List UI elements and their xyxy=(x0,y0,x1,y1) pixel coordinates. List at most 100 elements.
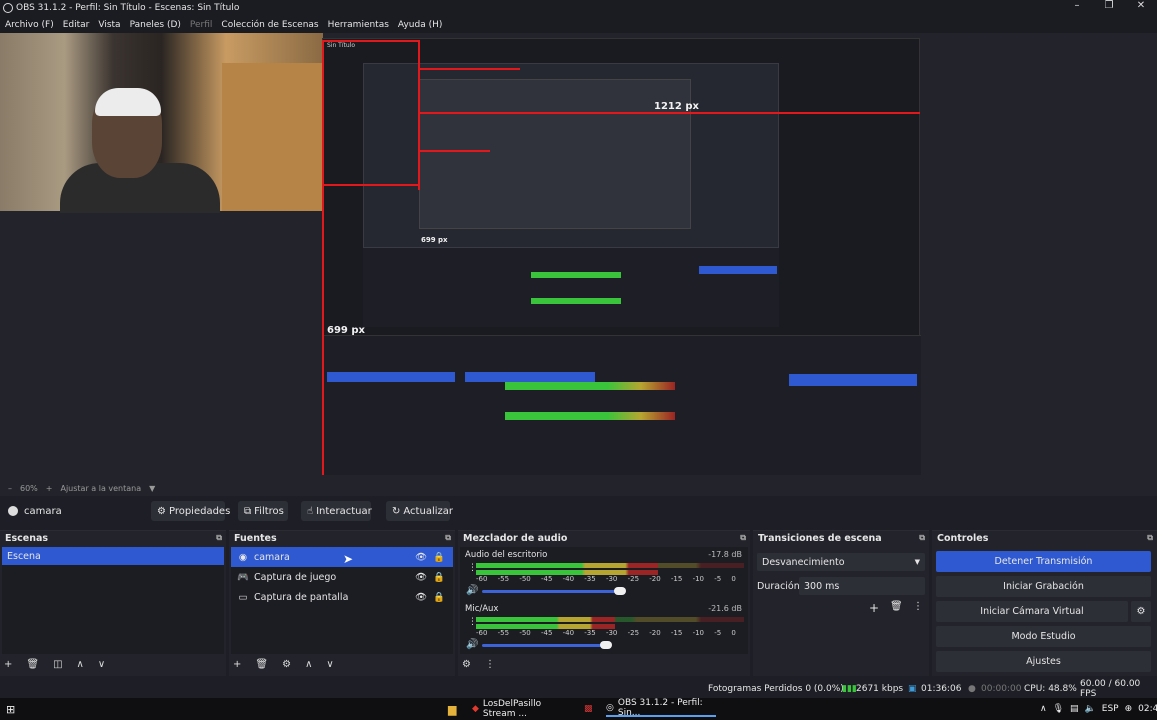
undock-icon[interactable]: ⧉ xyxy=(919,533,925,543)
sources-list: ◉ camara 👁 🔒 🎮 Captura de juego 👁 🔒 ▭ Ca… xyxy=(231,547,453,654)
duration-label: Duración xyxy=(757,581,800,592)
menu-perfil[interactable]: Perfil xyxy=(190,20,213,30)
sources-title: Fuentes xyxy=(234,532,277,544)
volume-icon[interactable]: 🔈 xyxy=(1085,704,1096,714)
volume-slider-knob[interactable] xyxy=(614,587,626,595)
menu-paneles[interactable]: Paneles (D) xyxy=(130,20,181,30)
studio-mode-button[interactable]: Modo Estudio xyxy=(936,626,1151,647)
settings-button[interactable]: Ajustes xyxy=(936,651,1151,672)
volume-slider[interactable] xyxy=(482,590,622,593)
language-indicator[interactable]: ESP xyxy=(1102,704,1119,714)
zoom-out-button[interactable]: – xyxy=(8,484,12,493)
mixer-menu-icon[interactable]: ⋮ xyxy=(485,659,495,670)
undock-icon[interactable]: ⧉ xyxy=(1147,533,1153,543)
undock-icon[interactable]: ⧉ xyxy=(740,533,746,543)
mixer-settings-icon[interactable]: ⚙ xyxy=(462,659,471,670)
zoom-in-button[interactable]: + xyxy=(46,484,53,493)
network-icon[interactable]: ▤ xyxy=(1070,704,1079,714)
visibility-eye-icon[interactable]: 👁 xyxy=(415,592,427,603)
lock-icon[interactable]: 🔒 xyxy=(433,592,445,603)
transitions-title: Transiciones de escena xyxy=(758,532,882,544)
menu-vista[interactable]: Vista xyxy=(98,20,120,30)
duration-input[interactable]: 300 ms xyxy=(799,577,925,595)
menu-coleccion-escenas[interactable]: Colección de Escenas xyxy=(221,20,318,30)
guide-line xyxy=(322,40,324,475)
minimize-button[interactable]: – xyxy=(1061,0,1093,16)
visibility-eye-icon[interactable]: 👁 xyxy=(415,552,427,563)
filters-button[interactable]: ⧉ Filtros xyxy=(238,501,288,521)
source-item[interactable]: 🎮 Captura de juego 👁 🔒 xyxy=(231,567,453,587)
mic-icon[interactable]: 🎙 xyxy=(1053,704,1064,714)
refresh-button[interactable]: ↻ Actualizar xyxy=(386,501,453,521)
fps: 60.00 / 60.00 FPS xyxy=(1080,679,1141,699)
move-up-icon[interactable]: ∧ xyxy=(305,659,312,670)
camera-feed xyxy=(0,33,323,213)
lock-icon[interactable]: 🔒 xyxy=(433,552,445,563)
transition-select[interactable]: Desvanecimiento ▼ xyxy=(757,553,925,571)
speaker-icon[interactable]: 🔊 xyxy=(466,585,478,596)
source-name: Captura de juego xyxy=(254,571,337,583)
volume-slider[interactable] xyxy=(482,644,610,647)
menu-archivo[interactable]: Archivo (F) xyxy=(5,20,54,30)
undock-icon[interactable]: ⧉ xyxy=(445,533,451,543)
zoom-dropdown-icon[interactable]: ▼ xyxy=(149,484,155,493)
meter-level-bar xyxy=(476,563,659,568)
menu-herramientas[interactable]: Herramientas xyxy=(328,20,389,30)
trash-icon[interactable]: 🗑 xyxy=(890,601,903,612)
start-record-button[interactable]: Iniciar Grabación xyxy=(936,576,1151,597)
taskbar-app-obs[interactable]: ◎ OBS 31.1.2 - Perfil: Sin... xyxy=(606,698,716,718)
trash-icon[interactable]: 🗑 xyxy=(26,659,39,670)
refresh-label: Actualizar xyxy=(403,505,453,517)
cpu-usage: CPU: 48.8% xyxy=(1024,684,1077,694)
dropped-frames: Fotogramas Perdidos 0 (0.0%) xyxy=(708,684,844,694)
source-item[interactable]: ◉ camara 👁 🔒 xyxy=(231,547,453,567)
restore-button[interactable]: ❐ xyxy=(1093,0,1125,16)
menu-editar[interactable]: Editar xyxy=(63,20,90,30)
transition-menu-icon[interactable]: ⋮ xyxy=(913,601,923,612)
nested-height-measure-label: 699 px xyxy=(421,236,448,244)
add-icon[interactable]: + xyxy=(869,601,879,615)
properties-button[interactable]: ⚙ Propiedades xyxy=(151,501,230,521)
move-down-icon[interactable]: ∨ xyxy=(326,659,333,670)
volume-slider-knob[interactable] xyxy=(600,641,612,649)
channel-db: -21.6 dB xyxy=(708,604,742,613)
move-up-icon[interactable]: ∧ xyxy=(77,659,84,670)
trash-icon[interactable]: 🗑 xyxy=(255,659,268,670)
fit-window-label[interactable]: Ajustar a la ventana xyxy=(60,484,141,493)
audio-mixer-dock: Mezclador de audio ⧉ Audio del escritorio… xyxy=(458,530,750,676)
file-explorer-icon[interactable]: ▆ xyxy=(448,701,456,717)
virtualcam-settings-icon[interactable]: ⚙ xyxy=(1131,601,1151,622)
scene-filter-icon[interactable]: ◫ xyxy=(53,659,62,670)
menu-ayuda[interactable]: Ayuda (H) xyxy=(398,20,442,30)
guide-line xyxy=(420,68,520,70)
windows-start-icon[interactable]: ⊞ xyxy=(6,701,15,717)
visibility-eye-icon[interactable]: 👁 xyxy=(415,572,427,583)
globe-icon[interactable]: ⊕ xyxy=(1125,704,1133,714)
scenes-list: Escena xyxy=(2,547,224,654)
taskbar-app-browser[interactable]: ◆ LosDelPasillo Stream ... xyxy=(472,699,572,719)
source-item[interactable]: ▭ Captura de pantalla 👁 🔒 xyxy=(231,587,453,607)
sources-dock: Fuentes ⧉ ◉ camara 👁 🔒 🎮 Captura de juego… xyxy=(229,530,455,676)
stop-stream-button[interactable]: Detener Transmisión xyxy=(936,551,1151,572)
menu-bar: Archivo (F) Editar Vista Paneles (D) Per… xyxy=(0,16,1157,33)
system-tray: ∧ 🎙 ▤ 🔈 ESP ⊕ 02:40 xyxy=(1040,701,1157,717)
speaker-icon[interactable]: 🔊 xyxy=(466,639,478,650)
scene-item[interactable]: Escena xyxy=(2,547,224,565)
start-virtualcam-button[interactable]: Iniciar Cámara Virtual xyxy=(936,601,1128,622)
lock-icon[interactable]: 🔒 xyxy=(433,572,445,583)
bitrate: 2671 kbps xyxy=(856,684,904,694)
refresh-icon: ↻ xyxy=(392,505,401,517)
app-icon[interactable]: ▩ xyxy=(584,701,593,717)
add-icon[interactable]: + xyxy=(4,659,12,670)
status-bar: Fotogramas Perdidos 0 (0.0%) ▮▮▮ 2671 kb… xyxy=(0,679,1157,699)
clock[interactable]: 02:40 xyxy=(1138,704,1157,714)
chevron-up-icon[interactable]: ∧ xyxy=(1040,704,1047,714)
undock-icon[interactable]: ⧉ xyxy=(216,533,222,543)
interact-button[interactable]: ☝ Interactuar xyxy=(301,501,372,521)
interact-label: Interactuar xyxy=(316,505,372,517)
browser-icon: ◆ xyxy=(472,704,479,714)
close-button[interactable]: ✕ xyxy=(1125,0,1157,16)
move-down-icon[interactable]: ∨ xyxy=(98,659,105,670)
add-icon[interactable]: + xyxy=(233,659,241,670)
gear-icon[interactable]: ⚙ xyxy=(282,659,291,670)
